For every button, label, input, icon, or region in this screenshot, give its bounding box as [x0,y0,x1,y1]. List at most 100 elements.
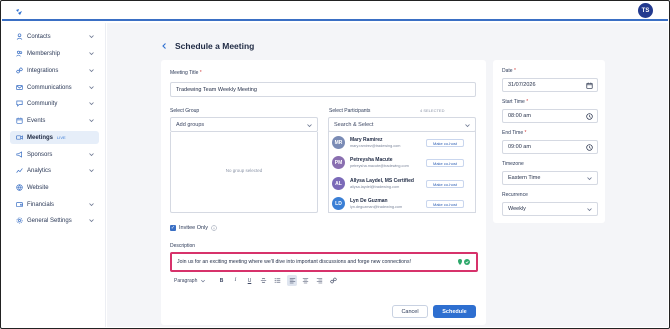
sidebar-item-label: Integrations [27,67,59,74]
make-cohost-button[interactable]: Make co-host [426,180,464,188]
wallet-icon [16,201,23,208]
strikethrough-icon [260,278,267,283]
participant-name: Petreysha Macute [350,157,393,163]
align-left-icon [289,278,295,284]
participant-row: PM Petreysha Macute petreysha.macute@tra… [332,154,470,172]
participant-name: Mary Ramirez [350,137,383,143]
user-avatar[interactable]: TS [638,3,653,18]
chevron-down-icon [89,35,94,39]
sidebar-item-community[interactable]: Community [10,97,99,110]
globe-icon [16,184,23,191]
grammar-assistant-icon[interactable] [457,258,471,266]
sidebar-item-sponsors[interactable]: Sponsors [10,148,99,161]
chevron-down-icon [307,124,312,128]
make-cohost-button[interactable]: Make co-host [426,159,464,167]
participant-email: allysa.laydel@tradewing.com [350,185,400,189]
chevron-down-icon [201,279,206,282]
chevron-down-icon [89,102,94,106]
chevron-down-icon [89,86,94,90]
participant-avatar: AL [332,177,345,190]
participant-row: MR Mary Ramirez mary.ramirez@tradewing.c… [332,134,470,152]
sidebar-item-label: Membership [27,50,61,57]
sidebar-item-general-settings[interactable]: General Settings [10,214,99,227]
participant-email: mary.ramirez@tradewing.com [350,144,401,148]
participant-row: LD Lyn De Guzman lyn.deguzman@tradewing.… [332,195,470,213]
calendar-icon[interactable] [586,82,593,89]
sidebar-item-meetings[interactable]: Meetings LIVE [10,131,99,144]
cancel-button[interactable]: Cancel [392,305,428,318]
sidebar-item-label: Events [27,117,46,124]
chevron-down-icon [89,203,94,207]
strikethrough-button[interactable] [259,275,268,286]
sidebar-item-membership[interactable]: Membership [10,47,99,60]
sidebar-item-contacts[interactable]: Contacts [10,30,99,43]
description-text: Join us for an exciting meeting where we… [177,259,411,265]
chevron-down-icon [465,124,470,128]
paragraph-style-select[interactable]: Paragraph [170,275,212,286]
timezone-label: Timezone [502,161,524,167]
participant-avatar: PM [332,156,345,169]
participants-search-input[interactable]: Search & Select [328,117,476,132]
sidebar-item-label: Meetings [27,134,54,141]
sidebar-item-events[interactable]: Events [10,114,99,127]
align-left-button[interactable] [287,275,297,286]
recurrence-label: Recurrence [502,192,528,198]
clock-icon[interactable] [586,144,593,151]
no-groups-text: No group selected [225,168,263,173]
participant-avatar: LD [332,197,345,210]
link-icon [330,277,337,284]
make-cohost-button[interactable]: Make co-host [426,200,464,208]
select-group-dropdown[interactable]: Add groups [170,117,318,132]
sidebar-item-label: Website [27,184,49,191]
bold-button[interactable]: B [217,275,226,286]
meeting-title-input[interactable]: Tradewing Team Weekly Meeting [170,82,476,97]
participant-avatar: MR [332,136,345,149]
make-cohost-button[interactable]: Make co-host [426,139,464,147]
description-label: Description [170,243,196,249]
select-participants-label: Select Participants [329,108,371,114]
italic-button[interactable]: I [231,275,240,286]
chevron-down-icon [89,169,94,173]
chevron-down-icon [89,219,94,223]
selected-count: 4 SELECTED [420,108,445,113]
analytics-icon [16,167,23,174]
bullet-list-button[interactable] [273,275,282,286]
schedule-button[interactable]: Schedule [433,305,476,318]
app-logo-icon[interactable] [15,8,23,16]
chevron-down-icon [89,69,94,73]
recurrence-select[interactable]: Weekly [502,202,598,216]
invitee-only-label: Invitee Only [179,225,209,231]
start-time-label: Start Time * [502,99,529,105]
date-input[interactable]: 31/07/2026 [502,78,598,92]
sidebar-item-financials[interactable]: Financials [10,198,99,211]
underline-button[interactable]: U [245,275,254,286]
chevron-down-icon [587,208,592,212]
sidebar-item-website[interactable]: Website [10,181,99,194]
sidebar-item-label: Community [27,100,58,107]
link-icon [16,67,23,74]
align-center-button[interactable] [301,275,310,286]
chevron-down-icon [89,119,94,123]
participant-email: lyn.deguzman@tradewing.com [350,205,403,209]
back-arrow-icon[interactable] [160,41,168,51]
clock-icon[interactable] [586,113,593,120]
insert-link-button[interactable] [329,275,338,286]
editor-toolbar: Paragraph B I U [170,275,370,287]
mail-icon [16,84,23,91]
calendar-icon [16,117,23,124]
sidebar-item-integrations[interactable]: Integrations [10,64,99,77]
timezone-select[interactable]: Eastern Time [502,171,598,185]
description-editor[interactable]: Join us for an exciting meeting where we… [170,252,478,272]
sidebar-item-analytics[interactable]: Analytics [10,164,99,177]
align-right-button[interactable] [315,275,324,286]
invitee-only-checkbox[interactable]: ✓ [170,225,176,231]
participant-name: Lyn De Guzman [350,198,388,204]
page-title: Schedule a Meeting [175,41,255,51]
start-time-input[interactable]: 08:00 am [502,109,598,123]
meeting-title-label: Meeting Title * [170,70,202,76]
end-time-input[interactable]: 09:00 am [502,140,598,154]
sidebar-item-communications[interactable]: Communications [10,81,99,94]
info-icon[interactable] [211,225,217,231]
chevron-down-icon [89,52,94,56]
membership-icon [16,50,23,57]
